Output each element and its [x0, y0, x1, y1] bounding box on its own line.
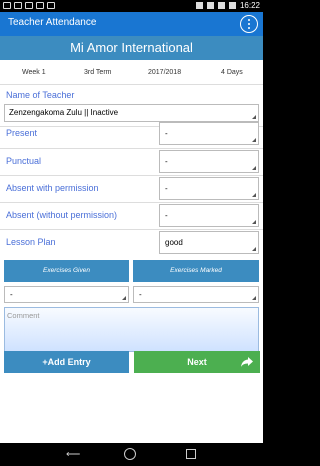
- field-lesson-plan: Lesson Plan good: [0, 229, 263, 256]
- exercises-marked-select[interactable]: -: [133, 286, 259, 303]
- photo-icon: [25, 2, 33, 9]
- app-bar: Teacher Attendance: [0, 12, 263, 36]
- punctual-label: Punctual: [6, 156, 42, 166]
- dropdown-corner-icon: [252, 138, 256, 142]
- dropdown-corner-icon: [252, 193, 256, 197]
- dropdown-corner-icon: [252, 115, 256, 119]
- absent-without-permission-value: -: [165, 211, 168, 220]
- exercises-marked-value: -: [139, 290, 142, 299]
- year-label: 2017/2018: [148, 69, 182, 76]
- back-icon[interactable]: ⟵: [66, 449, 80, 460]
- teacher-select-value: Zenzengakoma Zulu || Inactive: [9, 108, 119, 117]
- more-options-icon[interactable]: [240, 15, 258, 33]
- present-label: Present: [6, 128, 38, 138]
- battery-icon: [228, 2, 236, 9]
- dropdown-corner-icon: [252, 166, 256, 170]
- comment-field[interactable]: Comment: [4, 307, 259, 352]
- message-icon: [36, 2, 44, 9]
- signal-icon: [217, 2, 225, 9]
- add-entry-button[interactable]: +Add Entry: [4, 351, 129, 373]
- school-title: Mi Amor International: [0, 36, 263, 60]
- clock: 16:22: [239, 1, 260, 10]
- absent-without-permission-select[interactable]: -: [159, 204, 259, 227]
- field-absent-without-permission: Absent (without permission) -: [0, 202, 263, 229]
- exercises-given-select[interactable]: -: [4, 286, 129, 303]
- navigation-bar: ⟵: [0, 443, 263, 466]
- home-icon[interactable]: [124, 448, 136, 460]
- share-arrow-icon: [241, 357, 253, 367]
- dropdown-corner-icon: [122, 296, 126, 300]
- teacher-name-label: Name of Teacher: [6, 90, 75, 100]
- absent-with-permission-value: -: [165, 184, 168, 193]
- next-button[interactable]: Next: [134, 351, 260, 373]
- recent-apps-icon[interactable]: [186, 449, 196, 459]
- divider: [0, 84, 263, 85]
- field-punctual: Punctual -: [0, 148, 263, 175]
- vibrate-icon: [195, 2, 203, 9]
- punctual-value: -: [165, 157, 168, 166]
- dropdown-corner-icon: [252, 220, 256, 224]
- exercises-given-header: Exercises Given: [4, 260, 129, 282]
- dropdown-corner-icon: [252, 247, 256, 251]
- whatsapp-icon: [3, 2, 11, 9]
- notification-icons: [3, 2, 55, 9]
- term-label: 3rd Term: [84, 69, 112, 76]
- lesson-plan-select[interactable]: good: [159, 231, 259, 254]
- comment-placeholder: Comment: [7, 311, 40, 320]
- field-absent-with-permission: Absent with permission -: [0, 175, 263, 202]
- next-button-label: Next: [187, 357, 207, 367]
- wifi-icon: [206, 2, 214, 9]
- exercises-given-value: -: [10, 290, 13, 299]
- week-label: Week 1: [22, 69, 46, 76]
- field-present: Present -: [0, 120, 263, 147]
- exercises-marked-header: Exercises Marked: [133, 260, 259, 282]
- absent-with-permission-select[interactable]: -: [159, 177, 259, 200]
- dropdown-corner-icon: [252, 296, 256, 300]
- punctual-select[interactable]: -: [159, 150, 259, 173]
- absent-without-permission-label: Absent (without permission): [6, 210, 118, 220]
- present-value: -: [165, 129, 168, 138]
- lesson-plan-value: good: [165, 238, 183, 247]
- days-label: 4 Days: [221, 69, 243, 76]
- status-bar: 16:22: [0, 0, 263, 12]
- system-icons: 16:22: [195, 1, 260, 10]
- notification-icon: [14, 2, 22, 9]
- period-info: Week 1 3rd Term 2017/2018 4 Days: [0, 66, 263, 80]
- download-icon: [47, 2, 55, 9]
- lesson-plan-label: Lesson Plan: [6, 237, 56, 247]
- present-select[interactable]: -: [159, 122, 259, 145]
- app-title: Teacher Attendance: [8, 17, 97, 28]
- absent-with-permission-label: Absent with permission: [6, 183, 99, 193]
- main-content: Mi Amor International Week 1 3rd Term 20…: [0, 36, 263, 443]
